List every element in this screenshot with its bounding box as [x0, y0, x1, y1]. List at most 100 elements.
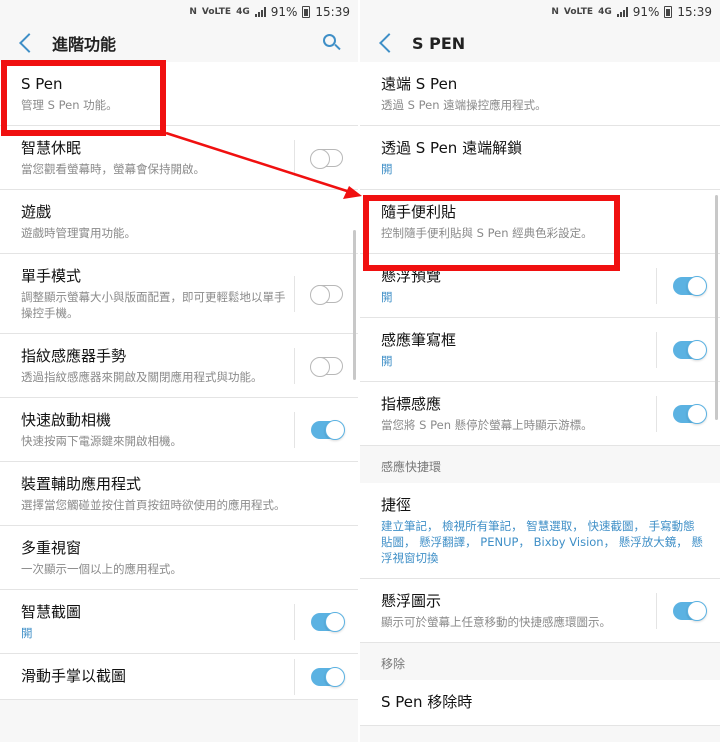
toggle-knob — [686, 339, 707, 360]
setting-row[interactable]: 懸浮圖示顯示可於螢幕上任意移動的快捷感應環圖示。 — [360, 579, 720, 643]
battery-icon — [302, 6, 311, 18]
scrollbar[interactable] — [353, 230, 356, 380]
setting-row[interactable]: 快速啟動相機 快速按兩下電源鍵來開啟相機。 — [0, 398, 358, 462]
signal-icon — [254, 7, 266, 17]
section-header-removal: 移除 — [360, 643, 720, 680]
setting-row[interactable]: 捷徑建立筆記， 檢視所有筆記， 智慧選取， 快速截圖， 手寫動態貼圖， 懸浮翻譯… — [360, 483, 720, 579]
setting-subtitle: 快速按兩下電源鍵來開啟相機。 — [21, 434, 182, 448]
setting-subtitle: 開 — [381, 354, 393, 368]
setting-row[interactable]: 感應筆寫框開 — [360, 318, 720, 382]
setting-subtitle: 透過指紋感應器來開啟及關閉應用程式與功能。 — [21, 370, 263, 384]
setting-row[interactable]: 單手模式調整顯示螢幕大小與版面配置，即可更輕鬆地以單手操控手機。 — [0, 254, 358, 334]
highlight-box-screen-off-memo — [363, 195, 620, 271]
signal-icon — [616, 7, 628, 17]
toggle-switch[interactable] — [672, 339, 707, 360]
setting-subtitle: 選擇當您觸碰並按住首頁按鈕時欲使用的應用程式。 — [21, 498, 286, 512]
highlight-box-s-pen — [1, 60, 166, 136]
toggle-knob — [309, 284, 330, 305]
settings-list: S Pen 管理 S Pen 功能。 智慧休眠 當您觀看螢幕時，螢幕會保持開啟。 遊戲遊… — [0, 62, 358, 700]
toggle-area — [294, 411, 358, 448]
setting-row[interactable]: 遠端 S Pen 透過 S Pen 遠端操控應用程式。 — [360, 62, 720, 126]
toggle-switch[interactable] — [672, 403, 707, 424]
toggle-knob — [309, 356, 330, 377]
toggle-switch[interactable] — [672, 600, 707, 621]
setting-title: 感應筆寫框 — [381, 331, 457, 349]
air-command-list: 捷徑建立筆記， 檢視所有筆記， 智慧選取， 快速截圖， 手寫動態貼圖， 懸浮翻譯… — [360, 483, 720, 643]
setting-row[interactable]: 智慧截圖開 — [0, 590, 358, 654]
volte-icon: VoLTE — [201, 7, 232, 17]
setting-title: 透過 S Pen 遠端解鎖 — [381, 139, 523, 157]
back-arrow-icon[interactable] — [19, 33, 39, 53]
toggle-switch[interactable] — [309, 284, 343, 305]
setting-subtitle: 遊戲時管理實用功能。 — [21, 226, 136, 240]
setting-subtitle: 當您將 S Pen 懸停於螢幕上時顯示游標。 — [381, 418, 593, 432]
setting-row[interactable]: 遊戲遊戲時管理實用功能。 — [0, 190, 358, 254]
app-bar: S PEN — [360, 24, 720, 62]
toggle-switch[interactable] — [309, 356, 343, 377]
setting-row[interactable]: 指紋感應器手勢透過指紋感應器來開啟及關閉應用程式與功能。 — [0, 334, 358, 398]
battery-percent: 91% — [270, 5, 298, 19]
toggle-area — [656, 267, 720, 304]
setting-subtitle: 開 — [381, 290, 393, 304]
page-title: S PEN — [412, 33, 466, 53]
setting-title: 滑動手掌以截圖 — [21, 667, 127, 685]
network-type-icon: 4G — [236, 7, 250, 17]
setting-subtitle: 開 — [21, 626, 33, 640]
setting-row[interactable]: 指標感應當您將 S Pen 懸停於螢幕上時顯示游標。 — [360, 382, 720, 446]
search-icon[interactable] — [323, 34, 341, 51]
toggle-area — [294, 603, 358, 640]
setting-title: 懸浮圖示 — [381, 592, 442, 610]
setting-title: S Pen 移除時 — [381, 693, 473, 711]
setting-title: 裝置輔助應用程式 — [21, 475, 142, 493]
setting-title: 指標感應 — [381, 395, 442, 413]
volte-icon: VoLTE — [563, 7, 594, 17]
setting-title: 智慧休眠 — [21, 139, 82, 157]
setting-title: 遠端 S Pen — [381, 75, 458, 93]
page-title: 進階功能 — [52, 35, 117, 54]
toggle-switch[interactable] — [310, 611, 345, 632]
toggle-switch[interactable] — [672, 275, 707, 296]
toggle-area — [656, 395, 720, 432]
toggle-knob — [309, 148, 330, 169]
toggle-area — [294, 347, 358, 384]
setting-subtitle: 開 — [381, 162, 393, 176]
toggle-knob — [686, 403, 707, 424]
toggle-knob — [686, 275, 707, 296]
setting-title: 捷徑 — [381, 496, 412, 514]
setting-subtitle: 透過 S Pen 遠端操控應用程式。 — [381, 98, 547, 112]
setting-title: 多重視窗 — [21, 539, 82, 557]
toggle-area — [656, 592, 720, 629]
setting-row[interactable]: 滑動手掌以截圖 — [0, 654, 358, 700]
setting-title: 遊戲 — [21, 203, 52, 221]
network-type-icon: 4G — [598, 7, 612, 17]
setting-subtitle: 當您觀看螢幕時，螢幕會保持開啟。 — [21, 162, 205, 176]
toggle-switch[interactable] — [310, 666, 345, 687]
toggle-knob — [686, 600, 707, 621]
toggle-area — [294, 139, 358, 176]
status-bar: N VoLTE 4G 91% 15:39 — [360, 0, 720, 24]
nfc-icon: N — [189, 7, 197, 17]
battery-percent: 91% — [632, 5, 660, 19]
setting-row[interactable]: 透過 S Pen 遠端解鎖開 — [360, 126, 720, 190]
setting-title: 單手模式 — [21, 267, 82, 285]
setting-subtitle: 顯示可於螢幕上任意移動的快捷感應環圖示。 — [381, 615, 611, 629]
toggle-area — [294, 275, 358, 312]
toggle-switch[interactable] — [309, 148, 343, 169]
status-bar: N VoLTE 4G 91% 15:39 — [0, 0, 358, 24]
setting-row[interactable]: 裝置輔助應用程式選擇當您觸碰並按住首頁按鈕時欲使用的應用程式。 — [0, 462, 358, 526]
setting-title: 智慧截圖 — [21, 603, 82, 621]
back-arrow-icon[interactable] — [379, 33, 399, 53]
setting-subtitle: 建立筆記， 檢視所有筆記， 智慧選取， 快速截圖， 手寫動態貼圖， 懸浮翻譯， … — [381, 519, 703, 565]
scrollbar[interactable] — [715, 195, 718, 420]
setting-row[interactable]: 多重視窗一次顯示一個以上的應用程式。 — [0, 526, 358, 590]
setting-subtitle: 一次顯示一個以上的應用程式。 — [21, 562, 182, 576]
section-header-air-command: 感應快捷環 — [360, 446, 720, 483]
toggle-knob — [324, 666, 345, 687]
setting-subtitle: 調整顯示螢幕大小與版面配置，即可更輕鬆地以單手操控手機。 — [21, 290, 286, 320]
setting-title: 指紋感應器手勢 — [21, 347, 127, 365]
setting-row[interactable]: S Pen 移除時 — [360, 680, 720, 726]
toggle-switch[interactable] — [310, 419, 345, 440]
app-bar: 進階功能 — [0, 24, 358, 62]
battery-icon — [664, 6, 673, 18]
removal-list: S Pen 移除時 — [360, 680, 720, 726]
